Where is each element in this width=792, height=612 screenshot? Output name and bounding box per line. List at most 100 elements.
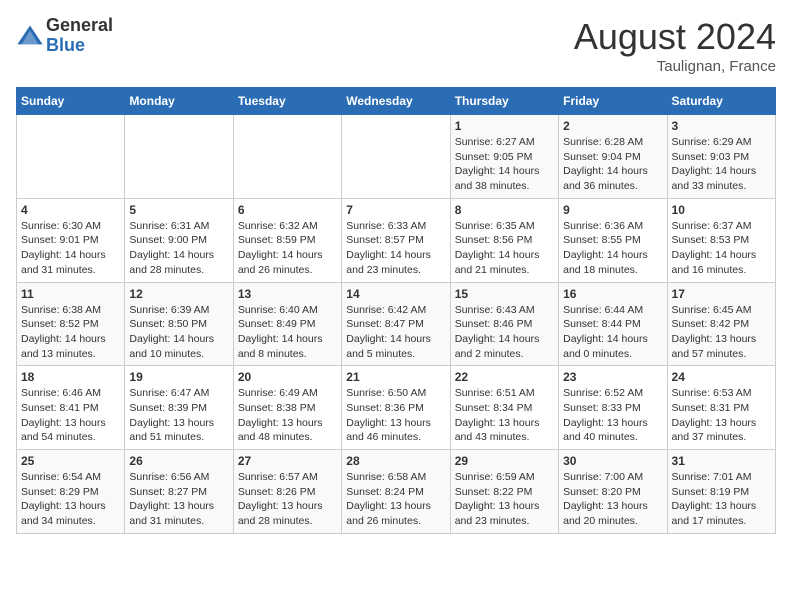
day-cell: 25Sunrise: 6:54 AMSunset: 8:29 PMDayligh… xyxy=(17,450,125,534)
day-info: Sunrise: 6:35 AMSunset: 8:56 PMDaylight:… xyxy=(455,219,554,278)
logo-icon xyxy=(16,22,44,50)
day-cell: 4 Sunrise: 6:30 AMSunset: 9:01 PMDaylight… xyxy=(17,198,125,282)
day-info: Sunrise: 6:47 AMSunset: 8:39 PMDaylight:… xyxy=(129,386,228,445)
day-cell: 22 Sunrise: 6:51 AMSunset: 8:34 PMDayligh… xyxy=(450,366,558,450)
day-number: 20 xyxy=(238,370,337,384)
day-number: 1 xyxy=(455,119,554,133)
day-info: Sunrise: 6:58 AMSunset: 8:24 PMDaylight:… xyxy=(346,470,445,529)
day-cell: 8 Sunrise: 6:35 AMSunset: 8:56 PMDaylight… xyxy=(450,198,558,282)
col-header-monday: Monday xyxy=(125,88,233,115)
day-info: Sunrise: 6:29 AMSunset: 9:03 PMDaylight:… xyxy=(672,135,771,194)
day-cell: 20 Sunrise: 6:49 AMSunset: 8:38 PMDayligh… xyxy=(233,366,341,450)
day-info: Sunrise: 6:51 AMSunset: 8:34 PMDaylight:… xyxy=(455,386,554,445)
day-cell xyxy=(233,115,341,199)
day-info: Sunrise: 6:37 AMSunset: 8:53 PMDaylight:… xyxy=(672,219,771,278)
col-header-saturday: Saturday xyxy=(667,88,775,115)
day-number: 30 xyxy=(563,454,662,468)
day-cell: 13 Sunrise: 6:40 AMSunset: 8:49 PMDayligh… xyxy=(233,282,341,366)
day-number: 9 xyxy=(563,203,662,217)
day-number: 21 xyxy=(346,370,445,384)
day-info: Sunrise: 6:49 AMSunset: 8:38 PMDaylight:… xyxy=(238,386,337,445)
day-info: Sunrise: 7:01 AMSunset: 8:19 PMDaylight:… xyxy=(672,470,771,529)
day-info: Sunrise: 6:50 AMSunset: 8:36 PMDaylight:… xyxy=(346,386,445,445)
day-number: 17 xyxy=(672,287,771,301)
day-info: Sunrise: 6:38 AMSunset: 8:52 PMDaylight:… xyxy=(21,303,120,362)
day-cell: 3 Sunrise: 6:29 AMSunset: 9:03 PMDaylight… xyxy=(667,115,775,199)
logo: General Blue xyxy=(16,16,113,56)
col-header-tuesday: Tuesday xyxy=(233,88,341,115)
day-cell: 28 Sunrise: 6:58 AMSunset: 8:24 PMDayligh… xyxy=(342,450,450,534)
day-info: Sunrise: 6:45 AMSunset: 8:42 PMDaylight:… xyxy=(672,303,771,362)
day-number: 12 xyxy=(129,287,228,301)
day-cell: 26 Sunrise: 6:56 AMSunset: 8:27 PMDayligh… xyxy=(125,450,233,534)
day-number: 28 xyxy=(346,454,445,468)
week-row-2: 4 Sunrise: 6:30 AMSunset: 9:01 PMDaylight… xyxy=(17,198,776,282)
day-number: 5 xyxy=(129,203,228,217)
day-number: 22 xyxy=(455,370,554,384)
day-number: 3 xyxy=(672,119,771,133)
day-cell: 24 Sunrise: 6:53 AMSunset: 8:31 PMDayligh… xyxy=(667,366,775,450)
day-info: Sunrise: 6:53 AMSunset: 8:31 PMDaylight:… xyxy=(672,386,771,445)
day-info: Sunrise: 6:43 AMSunset: 8:46 PMDaylight:… xyxy=(455,303,554,362)
day-number: 23 xyxy=(563,370,662,384)
day-info: Sunrise: 6:28 AMSunset: 9:04 PMDaylight:… xyxy=(563,135,662,194)
day-cell: 29 Sunrise: 6:59 AMSunset: 8:22 PMDayligh… xyxy=(450,450,558,534)
day-info: Sunrise: 7:00 AMSunset: 8:20 PMDaylight:… xyxy=(563,470,662,529)
page-header: General Blue August 2024 Taulignan, Fran… xyxy=(16,16,776,75)
title-block: August 2024 Taulignan, France xyxy=(574,16,776,75)
col-header-thursday: Thursday xyxy=(450,88,558,115)
day-number: 25 xyxy=(21,454,120,468)
day-cell: 15Sunrise: 6:43 AMSunset: 8:46 PMDayligh… xyxy=(450,282,558,366)
day-info: Sunrise: 6:52 AMSunset: 8:33 PMDaylight:… xyxy=(563,386,662,445)
day-number: 6 xyxy=(238,203,337,217)
day-cell: 19 Sunrise: 6:47 AMSunset: 8:39 PMDayligh… xyxy=(125,366,233,450)
day-info: Sunrise: 6:32 AMSunset: 8:59 PMDaylight:… xyxy=(238,219,337,278)
day-number: 7 xyxy=(346,203,445,217)
location: Taulignan, France xyxy=(574,58,776,75)
day-number: 31 xyxy=(672,454,771,468)
day-cell: 17 Sunrise: 6:45 AMSunset: 8:42 PMDayligh… xyxy=(667,282,775,366)
day-number: 19 xyxy=(129,370,228,384)
day-number: 2 xyxy=(563,119,662,133)
week-row-1: 1Sunrise: 6:27 AMSunset: 9:05 PMDaylight… xyxy=(17,115,776,199)
col-header-wednesday: Wednesday xyxy=(342,88,450,115)
day-cell xyxy=(342,115,450,199)
day-number: 11 xyxy=(21,287,120,301)
day-number: 18 xyxy=(21,370,120,384)
day-number: 27 xyxy=(238,454,337,468)
day-cell xyxy=(17,115,125,199)
day-number: 4 xyxy=(21,203,120,217)
day-info: Sunrise: 6:39 AMSunset: 8:50 PMDaylight:… xyxy=(129,303,228,362)
day-number: 8 xyxy=(455,203,554,217)
col-header-friday: Friday xyxy=(559,88,667,115)
logo-general: General xyxy=(46,15,113,35)
day-number: 26 xyxy=(129,454,228,468)
day-info: Sunrise: 6:40 AMSunset: 8:49 PMDaylight:… xyxy=(238,303,337,362)
day-cell: 16 Sunrise: 6:44 AMSunset: 8:44 PMDayligh… xyxy=(559,282,667,366)
logo-text: General Blue xyxy=(46,16,113,56)
day-number: 16 xyxy=(563,287,662,301)
day-cell: 18Sunrise: 6:46 AMSunset: 8:41 PMDayligh… xyxy=(17,366,125,450)
day-cell: 12 Sunrise: 6:39 AMSunset: 8:50 PMDayligh… xyxy=(125,282,233,366)
day-info: Sunrise: 6:42 AMSunset: 8:47 PMDaylight:… xyxy=(346,303,445,362)
logo-blue: Blue xyxy=(46,35,85,55)
day-info: Sunrise: 6:31 AMSunset: 9:00 PMDaylight:… xyxy=(129,219,228,278)
day-cell: 10 Sunrise: 6:37 AMSunset: 8:53 PMDayligh… xyxy=(667,198,775,282)
day-number: 29 xyxy=(455,454,554,468)
day-info: Sunrise: 6:44 AMSunset: 8:44 PMDaylight:… xyxy=(563,303,662,362)
day-number: 10 xyxy=(672,203,771,217)
day-number: 13 xyxy=(238,287,337,301)
day-info: Sunrise: 6:56 AMSunset: 8:27 PMDaylight:… xyxy=(129,470,228,529)
day-info: Sunrise: 6:59 AMSunset: 8:22 PMDaylight:… xyxy=(455,470,554,529)
day-info: Sunrise: 6:36 AMSunset: 8:55 PMDaylight:… xyxy=(563,219,662,278)
week-row-3: 11 Sunrise: 6:38 AMSunset: 8:52 PMDayligh… xyxy=(17,282,776,366)
week-row-5: 25Sunrise: 6:54 AMSunset: 8:29 PMDayligh… xyxy=(17,450,776,534)
day-info: Sunrise: 6:33 AMSunset: 8:57 PMDaylight:… xyxy=(346,219,445,278)
day-cell: 31 Sunrise: 7:01 AMSunset: 8:19 PMDayligh… xyxy=(667,450,775,534)
day-cell: 9 Sunrise: 6:36 AMSunset: 8:55 PMDaylight… xyxy=(559,198,667,282)
day-number: 24 xyxy=(672,370,771,384)
day-info: Sunrise: 6:57 AMSunset: 8:26 PMDaylight:… xyxy=(238,470,337,529)
day-cell: 5 Sunrise: 6:31 AMSunset: 9:00 PMDaylight… xyxy=(125,198,233,282)
day-info: Sunrise: 6:30 AMSunset: 9:01 PMDaylight:… xyxy=(21,219,120,278)
day-cell: 21 Sunrise: 6:50 AMSunset: 8:36 PMDayligh… xyxy=(342,366,450,450)
